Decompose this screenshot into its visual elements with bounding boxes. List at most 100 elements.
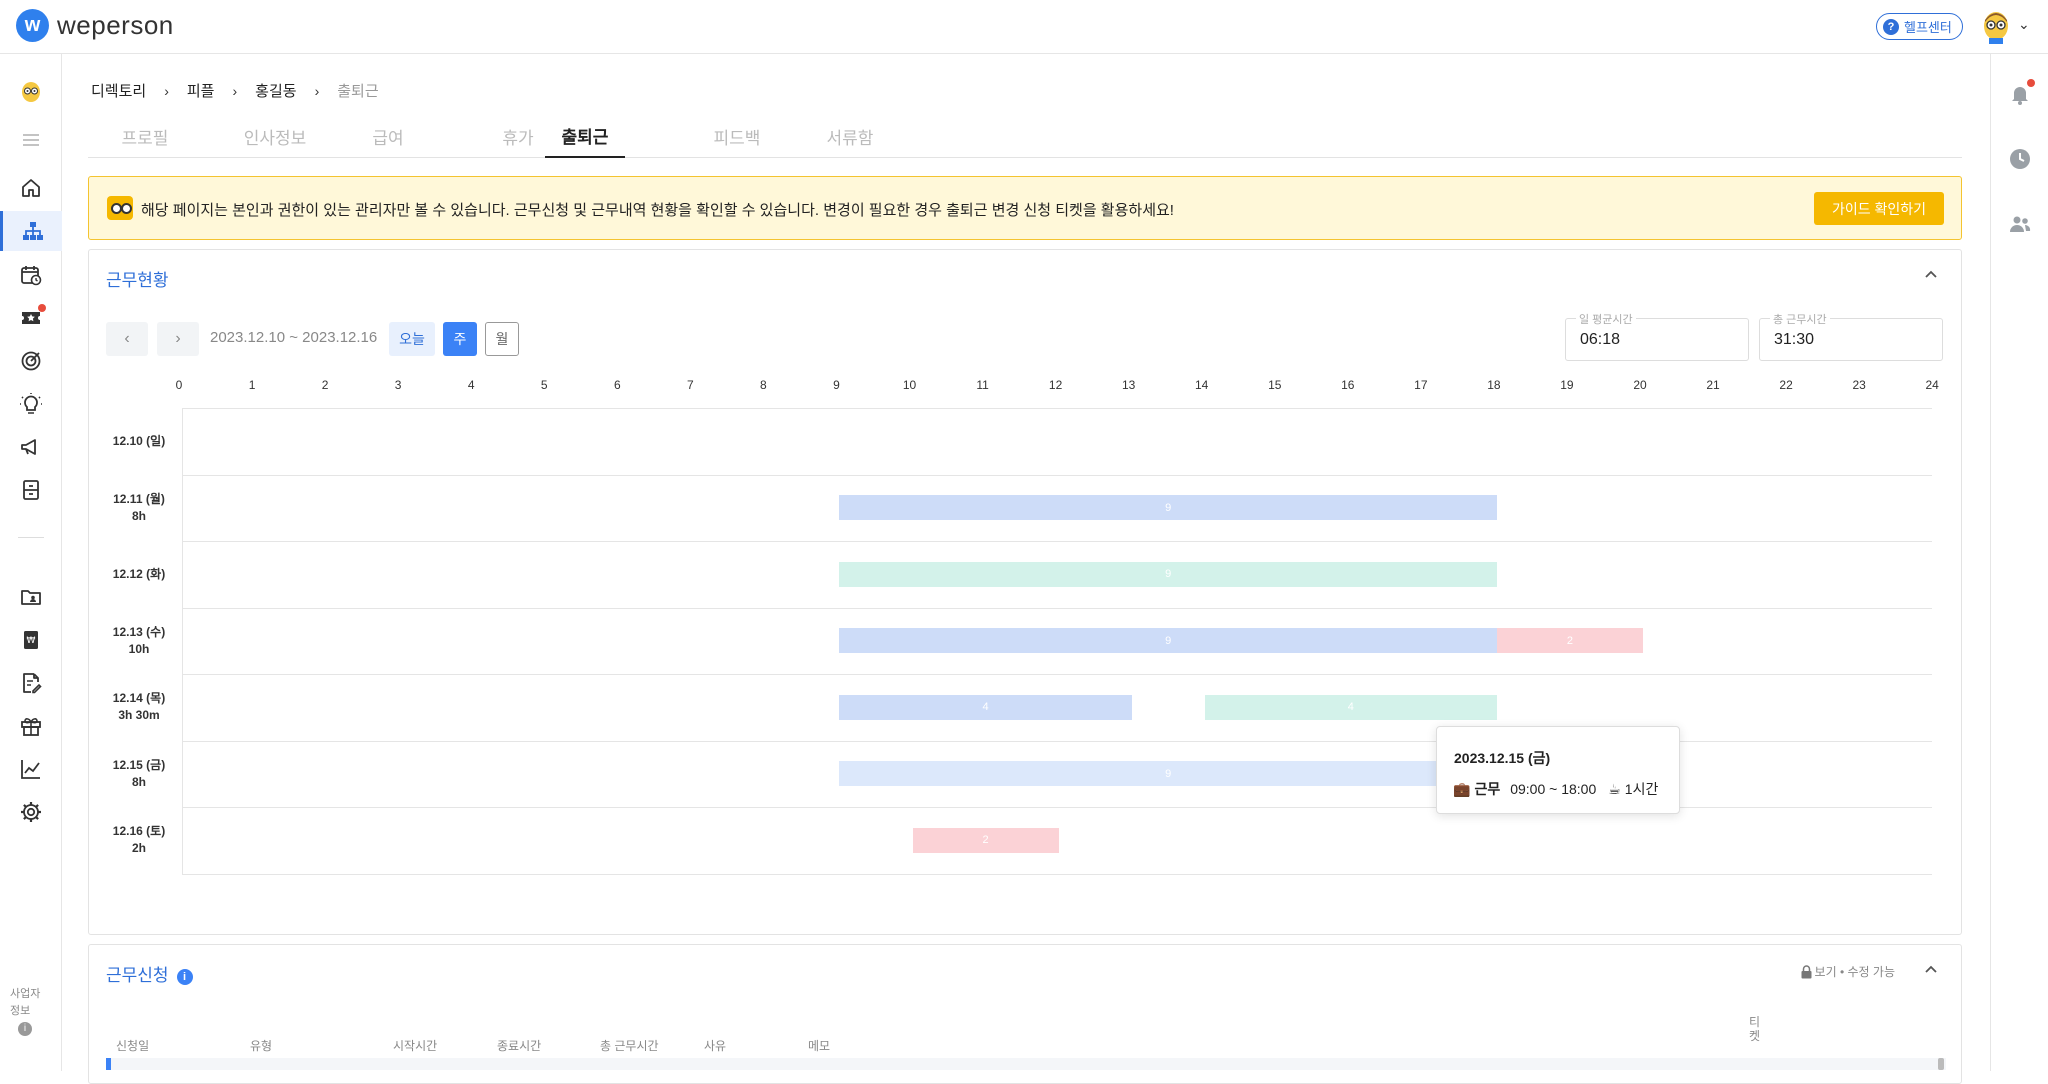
tab-hr-info[interactable]: 인사정보 xyxy=(218,114,332,158)
sidebar-item-tickets[interactable] xyxy=(0,298,62,338)
work-bar[interactable]: 2 xyxy=(912,827,1059,853)
work-bar[interactable]: 4 xyxy=(839,694,1132,720)
day-label: 12.14 (목) 3h 30m xyxy=(109,690,169,724)
tab-profile[interactable]: 프로필 xyxy=(88,114,202,158)
hour-label: 21 xyxy=(1706,378,1720,392)
hour-label: 23 xyxy=(1852,378,1866,392)
cabinet-icon xyxy=(23,480,39,500)
sidebar-item-schedule[interactable] xyxy=(0,255,62,295)
people-button[interactable] xyxy=(2005,209,2035,239)
info-icon[interactable]: i xyxy=(176,968,193,985)
hour-label: 20 xyxy=(1633,378,1647,392)
sidebar-item-settings[interactable] xyxy=(0,792,62,832)
day-date: 12.13 (수) xyxy=(112,624,166,639)
menu-toggle[interactable] xyxy=(0,120,62,160)
breadcrumb: 디렉토리 › 피플 › 홍길동 › 출퇴근 xyxy=(91,80,379,101)
top-bar: w weperson ? 헬프센터 ⌄ xyxy=(0,0,2048,54)
target-icon xyxy=(21,351,41,371)
business-info[interactable]: 사업자 정보 i xyxy=(10,986,50,1037)
chevron-right-icon: › xyxy=(164,82,169,99)
day-hours: 8h xyxy=(131,508,146,523)
scrollbar[interactable] xyxy=(1938,1058,1944,1070)
svg-text:₩: ₩ xyxy=(27,636,36,646)
day-label: 12.13 (수) 10h xyxy=(109,624,169,658)
work-bar[interactable]: 9 xyxy=(839,761,1497,787)
tooltip-time: 09:00 ~ 18:00 xyxy=(1510,781,1597,797)
history-button[interactable] xyxy=(2005,144,2035,174)
tooltip-break: 1시간 xyxy=(1624,781,1659,797)
notice-text: 해당 페이지는 본인과 권한이 있는 관리자만 볼 수 있습니다. 근무신청 및… xyxy=(141,202,1174,219)
day-label: 12.10 (일) xyxy=(109,433,169,450)
chevron-right-icon: › xyxy=(314,82,320,99)
guide-button[interactable]: 가이드 확인하기 xyxy=(1814,192,1944,225)
payroll-book-icon: ₩ xyxy=(24,631,38,649)
tab-feedback[interactable]: 피드백 xyxy=(697,114,777,158)
hour-label: 10 xyxy=(902,378,917,392)
chevron-up-icon[interactable] xyxy=(1921,959,1941,979)
breadcrumb-directory[interactable]: 디렉토리 xyxy=(91,80,146,101)
sidebar-item-contracts[interactable] xyxy=(0,663,62,703)
clock-icon xyxy=(2010,149,2030,169)
sidebar-item-home[interactable] xyxy=(0,168,62,208)
breadcrumb-people[interactable]: 피플 xyxy=(187,80,215,101)
col-start-time: 시작시간 xyxy=(393,1039,438,1053)
sidebar-avatar[interactable] xyxy=(0,71,62,111)
tab-documents[interactable]: 서류함 xyxy=(810,114,890,158)
notification-button[interactable] xyxy=(2005,79,2035,109)
tab-salary[interactable]: 급여 xyxy=(348,114,428,158)
permission-badge: 보기 • 수정 가능 xyxy=(1800,963,1895,980)
day-label: 12.12 (화) xyxy=(109,566,169,583)
work-bar[interactable]: 2 xyxy=(1496,628,1643,654)
day-label: 12.15 (금) 8h xyxy=(109,757,169,791)
lock-icon xyxy=(1801,964,1812,978)
row-gridline xyxy=(182,873,1933,875)
sidebar-item-ideas[interactable] xyxy=(0,384,62,424)
sidebar-item-folder[interactable] xyxy=(0,577,62,617)
logo-mark: w xyxy=(16,9,49,42)
org-chart-icon xyxy=(22,222,43,240)
hour-label: 1 xyxy=(248,378,256,392)
help-center-button[interactable]: ? 헬프센터 xyxy=(1876,13,1963,40)
tooltip-type: 근무 xyxy=(1474,781,1501,797)
sidebar-item-benefits[interactable] xyxy=(0,706,62,746)
permission-text: 보기 • 수정 가능 xyxy=(1814,965,1895,979)
col-type: 유형 xyxy=(250,1039,273,1053)
help-center-label: 헬프센터 xyxy=(1904,20,1952,35)
gift-icon xyxy=(21,718,41,736)
tab-attendance[interactable]: 출퇴근 xyxy=(545,114,625,158)
breadcrumb-current: 출퇴근 xyxy=(337,83,379,100)
sidebar-item-goals[interactable] xyxy=(0,341,62,381)
sidebar-item-analytics[interactable] xyxy=(0,749,62,789)
user-avatar[interactable] xyxy=(1980,8,2012,44)
day-date: 12.15 (금) xyxy=(112,757,166,772)
work-bar[interactable]: 4 xyxy=(1204,694,1497,720)
row-indicator xyxy=(106,1058,111,1070)
work-bar[interactable]: 9 xyxy=(839,561,1497,587)
sidebar-item-directory[interactable] xyxy=(0,211,62,251)
left-sidebar: ₩ 사업자 정보 i xyxy=(0,54,62,1071)
work-bar[interactable]: 9 xyxy=(839,628,1497,654)
day-hours: 10h xyxy=(128,641,150,656)
hour-label: 2 xyxy=(321,378,329,392)
day-label: 12.11 (월) 8h xyxy=(109,491,169,525)
hour-label: 5 xyxy=(540,378,548,392)
hour-label: 22 xyxy=(1779,378,1793,392)
col-ticket: 티 켓 xyxy=(1749,1015,1761,1043)
notification-dot xyxy=(38,304,46,312)
work-bar[interactable]: 9 xyxy=(839,495,1497,521)
sidebar-item-payroll[interactable]: ₩ xyxy=(0,620,62,660)
logo[interactable]: w weperson xyxy=(16,9,174,42)
breadcrumb-person[interactable]: 홍길동 xyxy=(255,80,296,101)
work-request-card: 근무신청 i 보기 • 수정 가능 신청일 유형 시작시간 종료시간 총 근무시간… xyxy=(88,944,1962,1084)
hour-label: 12 xyxy=(1048,378,1063,392)
day-hours: 2h xyxy=(131,841,146,856)
row-gridline xyxy=(182,408,1933,409)
hour-label: 14 xyxy=(1195,378,1209,392)
col-request-date: 신청일 xyxy=(116,1039,150,1053)
sidebar-item-documents[interactable] xyxy=(0,470,62,510)
hour-label: 7 xyxy=(687,378,694,392)
sidebar-item-announcements[interactable] xyxy=(0,427,62,467)
work-request-title: 근무신청 i xyxy=(106,961,193,986)
day-date: 12.12 (화) xyxy=(112,566,166,581)
chevron-down-icon[interactable]: ⌄ xyxy=(2018,16,2030,33)
